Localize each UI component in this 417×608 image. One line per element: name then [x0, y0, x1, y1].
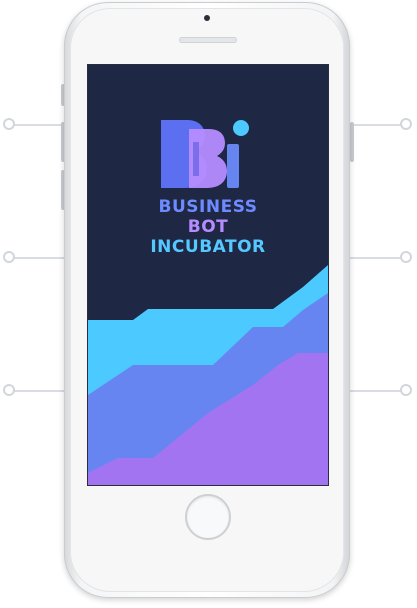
- speaker-grille: [179, 37, 237, 43]
- connector-line-right-2: [350, 257, 402, 259]
- connector-line-left-1: [14, 124, 66, 126]
- connector-node-left-3: [3, 384, 15, 396]
- connector-line-left-3: [14, 390, 66, 392]
- connector-node-left-2: [3, 251, 15, 263]
- stepped-wave-graphic: [88, 265, 328, 485]
- home-button[interactable]: [185, 494, 231, 540]
- phone-screen: BUSINESS BOT INCUBATOR: [87, 64, 329, 486]
- power-button[interactable]: [350, 122, 354, 162]
- connector-line-right-3: [350, 390, 402, 392]
- connector-line-left-2: [14, 257, 66, 259]
- connector-node-right-2: [400, 251, 412, 263]
- connector-line-right-1: [350, 124, 402, 126]
- connector-node-left-1: [3, 118, 15, 130]
- phone-mockup-stage: BUSINESS BOT INCUBATOR: [0, 0, 417, 608]
- connector-node-right-3: [400, 384, 412, 396]
- camera-icon: [204, 15, 210, 21]
- connector-node-right-1: [400, 118, 412, 130]
